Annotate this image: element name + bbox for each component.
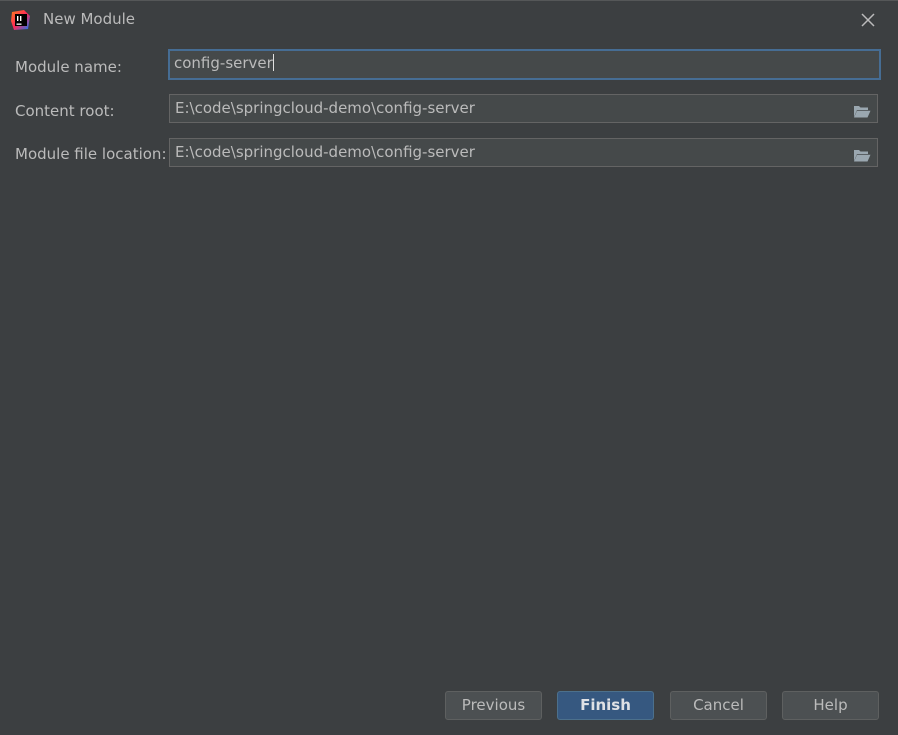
window-title: New Module (43, 10, 136, 28)
module-file-location-value: E:\code\springcloud-demo\config-server (175, 143, 475, 161)
module-name-input[interactable]: config-server (168, 49, 881, 80)
module-name-value: config-server (174, 54, 273, 72)
finish-button[interactable]: Finish (557, 691, 654, 720)
module-file-location-field[interactable]: E:\code\springcloud-demo\config-server (169, 138, 878, 167)
help-button[interactable]: Help (782, 691, 879, 720)
text-caret (272, 54, 274, 71)
previous-button[interactable]: Previous (445, 691, 542, 720)
close-icon[interactable] (858, 10, 878, 30)
content-root-label: Content root: (15, 102, 115, 120)
module-name-label: Module name: (15, 58, 122, 76)
intellij-idea-icon (10, 9, 32, 31)
folder-open-icon[interactable] (853, 145, 871, 162)
title-bar: New Module (0, 1, 898, 37)
folder-open-icon[interactable] (853, 101, 871, 118)
content-root-field[interactable]: E:\code\springcloud-demo\config-server (169, 94, 878, 123)
content-root-value: E:\code\springcloud-demo\config-server (175, 99, 475, 117)
cancel-button[interactable]: Cancel (670, 691, 767, 720)
module-file-location-label: Module file location: (15, 145, 167, 163)
